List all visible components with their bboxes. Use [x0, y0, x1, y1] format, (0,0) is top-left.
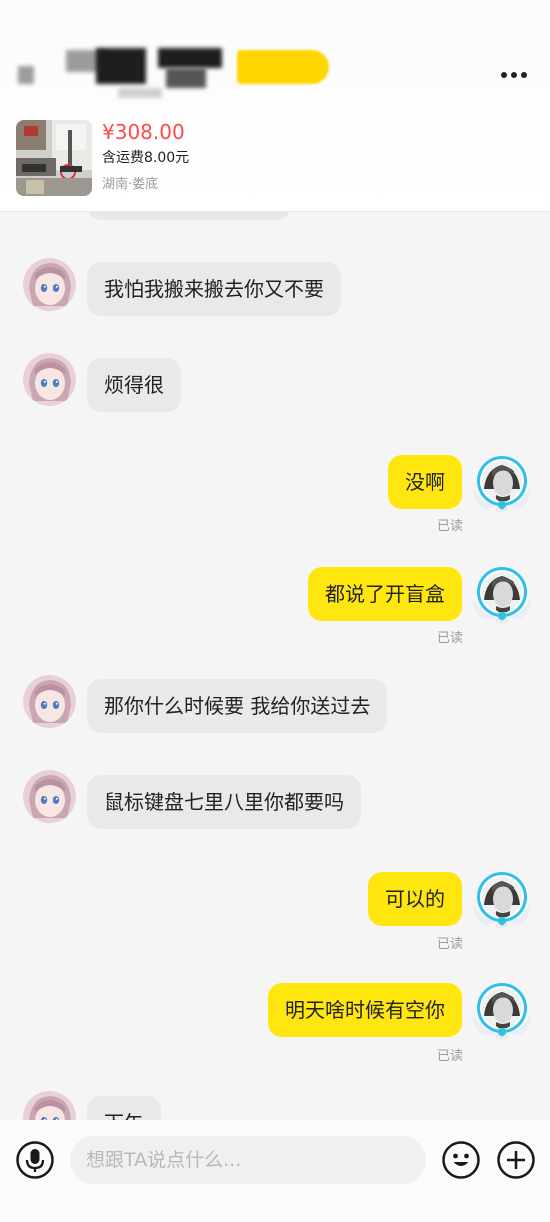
microphone-icon: [16, 1141, 54, 1179]
seller-avatar[interactable]: [23, 353, 76, 406]
user-avatar[interactable]: [470, 451, 534, 515]
seller-avatar[interactable]: [23, 770, 76, 823]
product-thumbnail[interactable]: [16, 120, 92, 196]
message-bubble[interactable]: 我怕我搬来搬去你又不要: [87, 262, 341, 316]
chat-header: ¥308.00 含运费8.00元 湖南·娄底: [0, 0, 550, 212]
contact-name-blurred: [166, 68, 206, 88]
seller-avatar[interactable]: [23, 258, 76, 311]
read-status: 已读: [436, 519, 463, 534]
read-status: 已读: [436, 937, 463, 952]
more-icon: [501, 72, 507, 78]
user-avatar[interactable]: [470, 978, 534, 1042]
read-status: 已读: [436, 631, 463, 646]
message-bubble[interactable]: 都说了开盲盒: [308, 567, 462, 621]
seller-avatar[interactable]: [23, 675, 76, 728]
message-input[interactable]: [70, 1136, 426, 1184]
contact-badge: [237, 50, 329, 84]
product-location: 湖南·娄底: [102, 177, 159, 192]
user-avatar[interactable]: [470, 562, 534, 626]
emoji-icon: [442, 1141, 480, 1179]
message-bubble[interactable]: 那你什么时候要 我给你送过去: [87, 679, 388, 733]
product-shipping: 含运费8.00元: [102, 150, 190, 166]
contact-subtitle-blurred: [118, 88, 162, 98]
message-bubble[interactable]: 下午: [87, 1096, 161, 1120]
message-bubble[interactable]: 可以的: [368, 872, 462, 926]
contact-name-blurred: [96, 48, 146, 84]
message-bubble[interactable]: 烦得很: [87, 358, 181, 412]
more-button[interactable]: [494, 60, 534, 90]
input-bar: [0, 1120, 550, 1222]
voice-button[interactable]: [15, 1140, 55, 1180]
emoji-button[interactable]: [441, 1140, 481, 1180]
contact-name-blurred: [18, 66, 34, 84]
user-avatar[interactable]: [470, 867, 534, 931]
add-button[interactable]: [496, 1140, 536, 1180]
message-bubble[interactable]: 明天啥时候有空你: [268, 983, 462, 1037]
product-price: ¥308.00: [102, 120, 185, 144]
message-bubble[interactable]: 没啊: [388, 455, 462, 509]
contact-name-blurred: [158, 48, 222, 68]
message-bubble[interactable]: 鼠标键盘七里八里你都要吗: [87, 775, 361, 829]
plus-icon: [497, 1141, 535, 1179]
seller-avatar[interactable]: [23, 1091, 76, 1120]
read-status: 已读: [436, 1049, 463, 1064]
